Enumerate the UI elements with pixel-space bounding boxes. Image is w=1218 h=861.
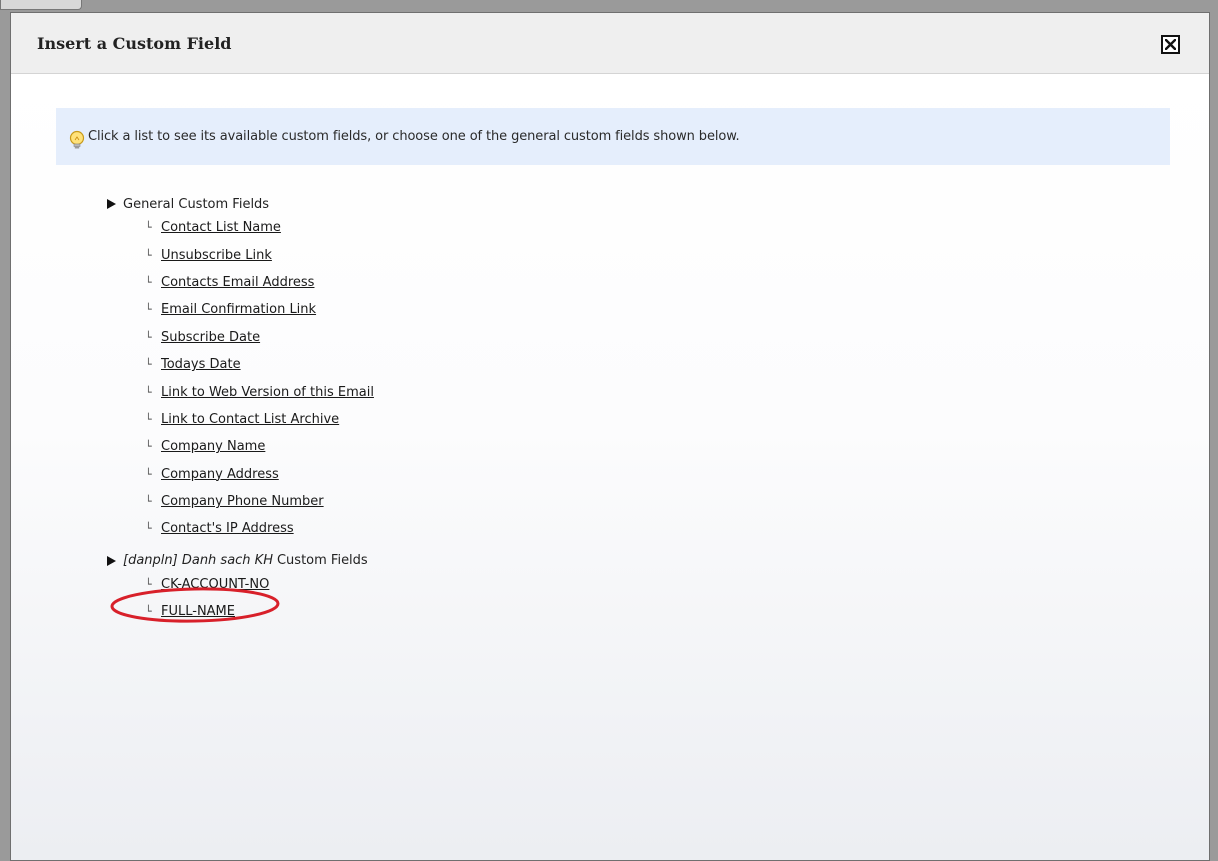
tree-branch-icon: └ xyxy=(145,495,152,509)
tree-branch-icon: └ xyxy=(145,358,152,372)
custom-field-link[interactable]: Company Address xyxy=(161,467,279,482)
triangle-right-icon xyxy=(107,199,116,209)
close-x-icon xyxy=(1165,39,1176,50)
background-tab xyxy=(0,0,82,10)
custom-field-item: └ Contacts Email Address xyxy=(145,269,374,296)
list-name: [danpln] Danh sach KH xyxy=(123,553,273,569)
general-fields-header[interactable]: General Custom Fields xyxy=(107,194,374,214)
custom-field-item: └ Contact List Name xyxy=(145,214,374,241)
custom-field-link[interactable]: Todays Date xyxy=(161,357,241,372)
dialog-title: Insert a Custom Field xyxy=(37,34,232,53)
custom-field-item: └ Email Confirmation Link xyxy=(145,296,374,323)
hint-text: Click a list to see its available custom… xyxy=(88,129,740,144)
triangle-right-icon xyxy=(107,555,116,566)
custom-field-link[interactable]: Link to Contact List Archive xyxy=(161,412,339,427)
custom-field-tree: General Custom Fields └ Contact List Name… xyxy=(107,194,374,625)
dialog-body: Click a list to see its available custom… xyxy=(11,74,1209,860)
tree-branch-icon: └ xyxy=(145,440,152,454)
custom-field-link[interactable]: Email Confirmation Link xyxy=(161,302,316,317)
insert-custom-field-dialog: Insert a Custom Field Click a list to se… xyxy=(10,12,1210,861)
custom-field-item: └ Link to Contact List Archive xyxy=(145,406,374,433)
tree-branch-icon: └ xyxy=(145,221,152,235)
custom-field-link[interactable]: Contact List Name xyxy=(161,220,281,235)
general-fields-group: General Custom Fields └ Contact List Name… xyxy=(107,194,374,543)
highlight-ellipse xyxy=(110,587,280,623)
custom-field-item: └ Unsubscribe Link xyxy=(145,241,374,268)
custom-field-link[interactable]: Subscribe Date xyxy=(161,330,260,345)
tree-branch-icon: └ xyxy=(145,412,152,426)
tree-branch-icon: └ xyxy=(145,303,152,317)
close-button[interactable] xyxy=(1161,35,1180,54)
custom-field-item: └ Company Phone Number xyxy=(145,488,374,515)
custom-field-item: └ Todays Date xyxy=(145,351,374,378)
general-fields-label: General Custom Fields xyxy=(123,196,270,212)
custom-field-link[interactable]: Company Phone Number xyxy=(161,494,324,509)
tree-branch-icon: └ xyxy=(145,330,152,344)
tree-branch-icon: └ xyxy=(145,248,152,262)
custom-field-link[interactable]: Contacts Email Address xyxy=(161,275,314,290)
list-fields-header[interactable]: [danpln] Danh sach KH Custom Fields xyxy=(107,551,374,571)
dialog-header: Insert a Custom Field xyxy=(11,13,1209,74)
custom-field-item: └ Company Address xyxy=(145,461,374,488)
custom-field-item: └ Subscribe Date xyxy=(145,324,374,351)
custom-field-link[interactable]: Contact's IP Address xyxy=(161,521,294,536)
list-fields-label: Custom Fields xyxy=(276,553,368,569)
hint-box: Click a list to see its available custom… xyxy=(56,108,1170,165)
tree-branch-icon: └ xyxy=(145,522,152,536)
lightbulb-icon xyxy=(68,130,86,150)
custom-field-link[interactable]: Unsubscribe Link xyxy=(161,248,272,263)
custom-field-item: └ Link to Web Version of this Email xyxy=(145,378,374,405)
custom-field-link[interactable]: Company Name xyxy=(161,439,265,454)
custom-field-link[interactable]: Link to Web Version of this Email xyxy=(161,385,374,400)
tree-branch-icon: └ xyxy=(145,275,152,289)
tree-branch-icon: └ xyxy=(145,385,152,399)
general-fields-list: └ Contact List Name └ Unsubscribe Link └ Cont… xyxy=(107,214,374,543)
tree-branch-icon: └ xyxy=(145,467,152,481)
custom-field-item: └ Contact's IP Address xyxy=(145,515,374,542)
custom-field-item: └ Company Name xyxy=(145,433,374,460)
